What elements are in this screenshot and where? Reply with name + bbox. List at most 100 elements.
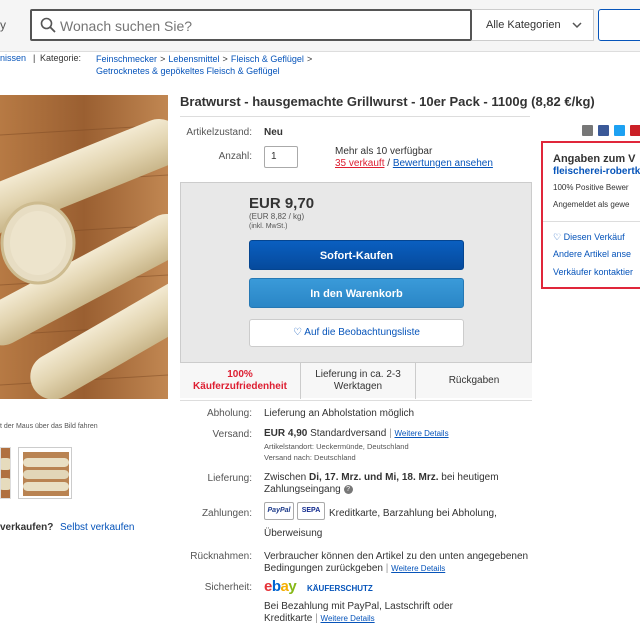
sepa-logo: SEPA [297, 502, 325, 520]
email-icon[interactable] [582, 125, 593, 136]
help-icon[interactable]: ? [343, 484, 353, 494]
breadcrumb-separator: | [33, 53, 36, 63]
breadcrumb-arrow: > [306, 54, 313, 64]
heart-icon: ♡ [553, 232, 562, 242]
watchlist-button[interactable]: ♡ Auf die Beobachtungsliste [249, 319, 464, 347]
security-label: Sicherheit: [204, 582, 252, 593]
category-select-label: Alle Kategorien [486, 19, 561, 31]
satisfaction-label: Käuferzufriedenheit [193, 381, 287, 392]
seller-name-link[interactable]: fleischerei-robertk [553, 166, 640, 177]
save-seller-link[interactable]: ♡ Diesen Verkäuf [553, 232, 625, 243]
item-location: Artikelstandort: Ueckermünde, Deutschlan… [264, 442, 409, 451]
divider [180, 400, 532, 401]
seller-registered: Angemeldet als gewe [553, 200, 630, 209]
buy-now-button[interactable]: Sofort-Kaufen [249, 240, 464, 270]
sold-separator: / [387, 158, 391, 169]
image-hover-hint: t der Maus über das Bild fahren [0, 423, 98, 430]
sell-yourself-link[interactable]: Selbst verkaufen [60, 522, 135, 533]
twitter-icon[interactable] [614, 125, 625, 136]
breadcrumb-back-link[interactable]: nissen [0, 53, 26, 63]
thumbnail-image[interactable] [0, 447, 11, 499]
delivery-dates: Di, 17. Mrz. und Mi, 18. Mrz. [309, 472, 439, 483]
category-select[interactable]: Alle Kategorien [472, 9, 594, 41]
condition-value: Neu [264, 127, 283, 138]
satisfaction-badge: 100% Käuferzufriedenheit [180, 363, 300, 399]
pinterest-icon[interactable] [630, 125, 640, 136]
listing-title: Bratwurst - hausgemachte Grillwurst - 10… [180, 94, 595, 109]
security-details-link[interactable]: Weitere Details [321, 614, 375, 623]
returns-line1: Verbraucher können den Artikel zu den un… [264, 551, 529, 562]
other-items-link[interactable]: Andere Artikel anse [553, 249, 631, 259]
breadcrumb-item[interactable]: Lebensmittel [168, 54, 219, 64]
breadcrumb-item[interactable]: Getrocknetes & gepökeltes Fleisch & Gefl… [96, 66, 280, 76]
breadcrumb-arrow: > [160, 54, 166, 64]
ebay-logo: ebay [264, 578, 297, 595]
ebay-logo-fragment[interactable]: y [0, 18, 6, 32]
unit-price: (EUR 8,82 / kg) [249, 212, 305, 221]
breadcrumb-item[interactable]: Feinschmecker [96, 54, 157, 64]
delivery-prefix: Zwischen [264, 472, 307, 483]
shipping-row: EUR 4,90 Standardversand | Weitere Detai… [264, 428, 449, 439]
delivery-suffix: bei heutigem [441, 472, 499, 483]
breadcrumb-item[interactable]: Fleisch & Geflügel [231, 54, 304, 64]
paypal-logo: PayPal [264, 502, 294, 520]
search-button[interactable] [598, 9, 640, 41]
contact-seller-link[interactable]: Verkäufer kontaktier [553, 267, 633, 277]
sell-question: verkaufen? [0, 522, 54, 533]
product-image[interactable] [0, 95, 168, 399]
shipping-price: EUR 4,90 [264, 428, 308, 439]
feature-row: 100% Käuferzufriedenheit Lieferung in ca.… [180, 362, 532, 399]
divider [543, 221, 640, 222]
returns-label: Rücknahmen: [190, 551, 252, 562]
watchlist-label: Auf die Beobachtungsliste [304, 327, 420, 338]
payment-methods-line2: Überweisung [264, 528, 323, 539]
returns-line2: Bedingungen zurückgeben [264, 563, 383, 574]
price: EUR 9,70 [249, 195, 315, 212]
seller-feedback: 100% Positive Bewer [553, 183, 629, 192]
ships-to: Versand nach: Deutschland [264, 453, 356, 462]
shipping-type: Standardversand [310, 428, 387, 439]
chevron-down-icon [572, 22, 582, 29]
reviews-link[interactable]: Bewertungen ansehen [393, 158, 493, 169]
sold-row: 35 verkauft / Bewertungen ansehen [335, 158, 493, 169]
add-to-cart-button[interactable]: In den Warenkorb [249, 278, 464, 308]
shipping-details-link[interactable]: Weitere Details [394, 429, 448, 438]
pickup-label: Abholung: [206, 408, 252, 419]
satisfaction-percent: 100% [227, 369, 253, 380]
breadcrumb-arrow: > [222, 54, 228, 64]
returns-badge[interactable]: Rückgaben [416, 363, 532, 399]
search-icon [40, 17, 56, 33]
heart-icon: ♡ [293, 327, 303, 338]
header-bar: y Alle Kategorien [0, 0, 640, 52]
thumbnail-photo [23, 452, 69, 496]
payment-label: Zahlungen: [201, 508, 252, 519]
divider [180, 116, 530, 117]
delivery-label: Lieferung: [207, 473, 252, 484]
sausage-photo [0, 95, 168, 399]
sold-count-link[interactable]: 35 verkauft [335, 158, 384, 169]
security-line2: Kreditkarte [264, 613, 313, 624]
thumbnail-image[interactable] [18, 447, 72, 499]
save-seller-label: Diesen Verkäuf [563, 232, 625, 242]
returns-line2-row: Bedingungen zurückgeben | Weitere Detail… [264, 563, 446, 574]
seller-info-box: Angaben zum V fleischerei-robertk 100% P… [541, 141, 640, 289]
buyer-protection-label: KÄUFERSCHUTZ [307, 584, 373, 593]
returns-details-link[interactable]: Weitere Details [391, 564, 445, 573]
thumbnail-photo [1, 448, 10, 498]
quantity-input[interactable]: 1 [264, 146, 298, 168]
seller-heading: Angaben zum V [553, 153, 636, 165]
payment-methods: Kreditkarte, Barzahlung bei Abholung, [329, 508, 497, 519]
tax-note: (inkl. MwSt.) [249, 223, 288, 230]
facebook-icon[interactable] [598, 125, 609, 136]
delivery-row: Zwischen Di, 17. Mrz. und Mi, 18. Mrz. b… [264, 472, 499, 483]
shipping-label: Versand: [212, 429, 252, 440]
search-box[interactable] [30, 9, 472, 41]
delivery-time-line1: Lieferung in ca. 2-3 [315, 369, 401, 380]
condition-label: Artikelzustand: [186, 127, 252, 138]
pickup-value: Lieferung an Abholstation möglich [264, 408, 415, 419]
security-line2-row: Kreditkarte | Weitere Details [264, 613, 375, 624]
search-input[interactable] [60, 17, 460, 35]
breadcrumb-category-label: Kategorie: [40, 53, 82, 63]
delivery-time-line2: Werktagen [333, 381, 383, 392]
breadcrumb: Feinschmecker > Lebensmittel > Fleisch &… [96, 53, 312, 65]
